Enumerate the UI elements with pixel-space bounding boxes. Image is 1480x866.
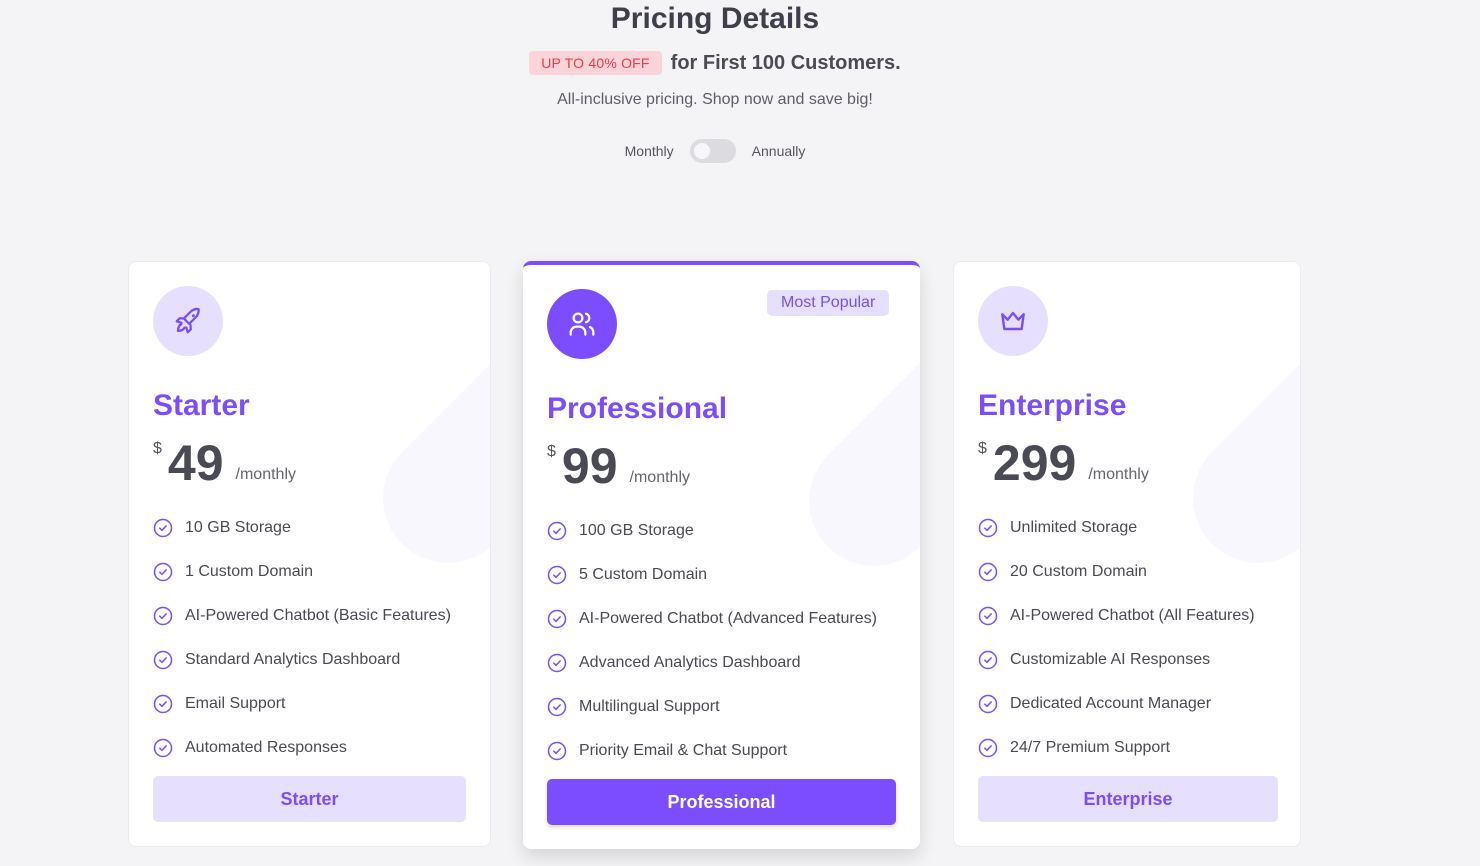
feature-text: 100 GB Storage bbox=[579, 522, 694, 539]
feature-text: AI-Powered Chatbot (Advanced Features) bbox=[579, 610, 877, 627]
promo-text: for First 100 Customers. bbox=[670, 51, 901, 74]
check-circle-icon bbox=[153, 562, 173, 582]
toggle-knob[interactable] bbox=[693, 143, 710, 159]
plan-name: Professional bbox=[547, 392, 728, 425]
feature-item: AI-Powered Chatbot (Basic Features) bbox=[153, 594, 451, 638]
feature-text: Customizable AI Responses bbox=[1010, 651, 1211, 668]
feature-text: 1 Custom Domain bbox=[185, 563, 314, 580]
price-period: /monthly bbox=[629, 469, 690, 486]
select-enterprise-button[interactable]: Enterprise bbox=[978, 776, 1278, 822]
feature-text: Standard Analytics Dashboard bbox=[185, 651, 401, 668]
subtitle: All-inclusive pricing. Shop now and save… bbox=[557, 91, 873, 108]
feature-item: AI-Powered Chatbot (All Features) bbox=[978, 594, 1255, 638]
billing-period-switch: Monthly Annually bbox=[0, 139, 1430, 163]
feature-item: 20 Custom Domain bbox=[978, 550, 1255, 594]
check-circle-icon bbox=[547, 653, 567, 673]
check-circle-icon bbox=[153, 606, 173, 626]
page-title: Pricing Details bbox=[610, 2, 820, 35]
feature-text: Advanced Analytics Dashboard bbox=[579, 654, 801, 671]
check-circle-icon bbox=[547, 741, 567, 761]
feature-text: 5 Custom Domain bbox=[579, 566, 708, 583]
check-circle-icon bbox=[547, 521, 567, 541]
feature-text: 10 GB Storage bbox=[185, 519, 291, 536]
feature-item: AI-Powered Chatbot (Advanced Features) bbox=[547, 597, 877, 641]
select-starter-button[interactable]: Starter bbox=[153, 776, 466, 822]
feature-item: 1 Custom Domain bbox=[153, 550, 451, 594]
check-circle-icon bbox=[978, 562, 998, 582]
feature-list: 100 GB Storage 5 Custom Domain AI-Powere… bbox=[547, 509, 877, 773]
annually-label[interactable]: Annually bbox=[752, 143, 806, 159]
price-period: /monthly bbox=[235, 466, 296, 483]
feature-text: Dedicated Account Manager bbox=[1010, 695, 1212, 712]
feature-text: 24/7 Premium Support bbox=[1010, 739, 1171, 756]
plan-name: Enterprise bbox=[978, 389, 1127, 422]
feature-text: Unlimited Storage bbox=[1010, 519, 1138, 536]
price: $ 299 /monthly bbox=[978, 438, 1149, 488]
check-circle-icon bbox=[547, 565, 567, 585]
check-circle-icon bbox=[978, 738, 998, 758]
plan-icon-badge bbox=[978, 286, 1048, 356]
discount-badge: UP TO 40% OFF bbox=[529, 51, 662, 75]
feature-list: Unlimited Storage 20 Custom Domain AI-Po… bbox=[978, 506, 1255, 770]
check-circle-icon bbox=[153, 518, 173, 538]
check-circle-icon bbox=[978, 694, 998, 714]
check-circle-icon bbox=[153, 694, 173, 714]
check-circle-icon bbox=[153, 738, 173, 758]
feature-list: 10 GB Storage 1 Custom Domain AI-Powered… bbox=[153, 506, 451, 770]
check-circle-icon bbox=[153, 650, 173, 670]
plan-card-professional: Most Popular Professional $ 99 /monthly … bbox=[523, 261, 920, 849]
feature-item: Dedicated Account Manager bbox=[978, 682, 1255, 726]
price-amount: 99 bbox=[561, 438, 618, 494]
currency-symbol: $ bbox=[153, 440, 162, 457]
feature-text: 20 Custom Domain bbox=[1010, 563, 1147, 580]
billing-toggle[interactable] bbox=[689, 139, 736, 163]
price-amount: 299 bbox=[992, 435, 1077, 491]
rocket-icon bbox=[175, 307, 200, 334]
plan-card-starter: Starter $ 49 /monthly 10 GB Storage 1 Cu… bbox=[128, 261, 491, 847]
check-circle-icon bbox=[978, 606, 998, 626]
currency-symbol: $ bbox=[978, 440, 987, 457]
feature-item: 100 GB Storage bbox=[547, 509, 877, 553]
feature-item: Advanced Analytics Dashboard bbox=[547, 641, 877, 685]
check-circle-icon bbox=[547, 609, 567, 629]
plan-name: Starter bbox=[153, 389, 250, 422]
feature-item: Priority Email & Chat Support bbox=[547, 729, 877, 773]
check-circle-icon bbox=[978, 650, 998, 670]
feature-item: Automated Responses bbox=[153, 726, 451, 770]
feature-item: Email Support bbox=[153, 682, 451, 726]
price-amount: 49 bbox=[167, 435, 224, 491]
price: $ 99 /monthly bbox=[547, 441, 690, 491]
currency-symbol: $ bbox=[547, 443, 556, 460]
check-circle-icon bbox=[978, 518, 998, 538]
feature-text: Automated Responses bbox=[185, 739, 347, 756]
feature-item: 5 Custom Domain bbox=[547, 553, 877, 597]
monthly-label[interactable]: Monthly bbox=[625, 143, 674, 159]
plan-icon-badge bbox=[547, 289, 617, 359]
plan-card-enterprise: Enterprise $ 299 /monthly Unlimited Stor… bbox=[953, 261, 1301, 847]
check-circle-icon bbox=[547, 697, 567, 717]
price: $ 49 /monthly bbox=[153, 438, 296, 488]
feature-item: Multilingual Support bbox=[547, 685, 877, 729]
feature-item: 10 GB Storage bbox=[153, 506, 451, 550]
most-popular-badge: Most Popular bbox=[767, 290, 890, 316]
select-professional-button[interactable]: Professional bbox=[547, 779, 896, 825]
promo-row: UP TO 40% OFF for First 100 Customers. bbox=[0, 51, 1430, 75]
crown-icon bbox=[1001, 311, 1025, 331]
feature-text: AI-Powered Chatbot (Basic Features) bbox=[185, 607, 451, 624]
price-period: /monthly bbox=[1088, 466, 1149, 483]
plan-icon-badge bbox=[153, 286, 223, 356]
feature-text: AI-Powered Chatbot (All Features) bbox=[1010, 607, 1255, 624]
feature-item: Unlimited Storage bbox=[978, 506, 1255, 550]
feature-item: Customizable AI Responses bbox=[978, 638, 1255, 682]
feature-text: Email Support bbox=[185, 695, 286, 712]
users-icon bbox=[569, 312, 595, 336]
feature-item: Standard Analytics Dashboard bbox=[153, 638, 451, 682]
feature-item: 24/7 Premium Support bbox=[978, 726, 1255, 770]
feature-text: Priority Email & Chat Support bbox=[579, 742, 788, 759]
feature-text: Multilingual Support bbox=[579, 698, 720, 715]
